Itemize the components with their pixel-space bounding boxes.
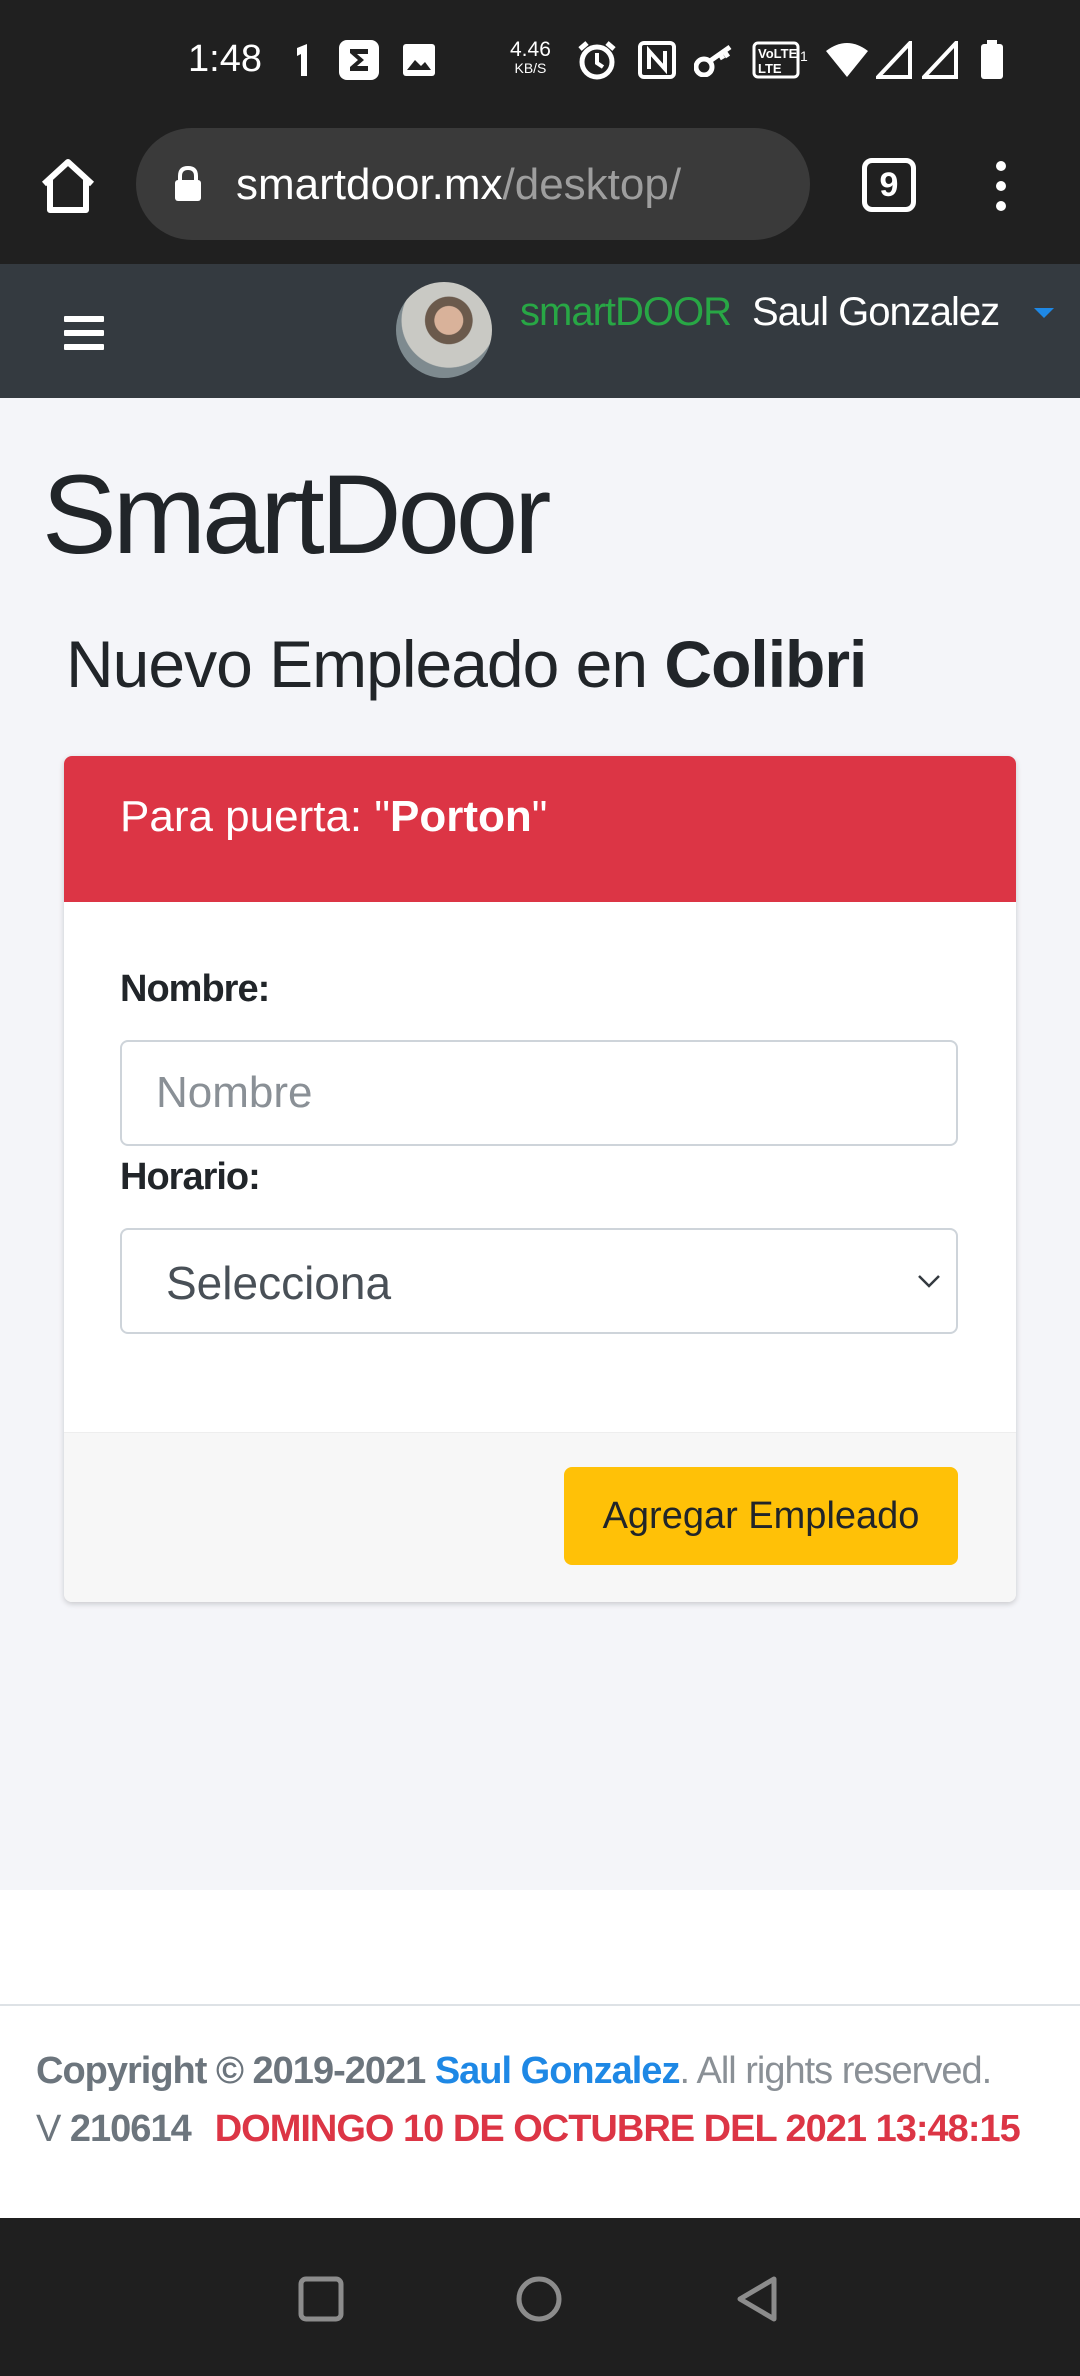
app-navbar: smartDOOR Saul Gonzalez <box>0 264 1080 398</box>
net-speed-unit: KB/S <box>514 60 547 76</box>
author-link[interactable]: Saul Gonzalez <box>435 2050 681 2092</box>
brand-name[interactable]: smartDOOR <box>520 290 732 335</box>
signal-icon-2 <box>922 40 958 80</box>
url-text: smartdoor.mx/desktop/ <box>236 160 681 210</box>
browser-menu-button[interactable] <box>986 158 1016 214</box>
schedule-selected-value: Selecciona <box>166 1257 392 1309</box>
card-footer: Agregar Empleado <box>64 1432 1016 1602</box>
key-icon <box>694 40 738 80</box>
schedule-label: Horario: <box>120 1156 261 1198</box>
subtitle-prefix: Nuevo Empleado en <box>66 627 665 701</box>
footer-divider <box>0 2004 1080 2006</box>
company-name: Colibri <box>664 627 867 701</box>
alarm-icon <box>576 40 618 80</box>
recents-button[interactable] <box>296 2274 346 2324</box>
rights-text: . All rights reserved. <box>679 2050 992 2092</box>
card-body: Nombre: Horario: Selecciona <box>64 902 1016 1432</box>
version-line: V 210614 DOMINGO 10 DE OCTUBRE DEL 2021 1… <box>36 2108 1021 2151</box>
chevron-down-icon <box>918 1275 940 1288</box>
hamburger-menu-icon[interactable] <box>64 316 104 350</box>
recents-icon <box>298 2276 344 2322</box>
address-bar[interactable]: smartdoor.mx/desktop/ <box>136 128 810 240</box>
lock-icon <box>175 166 201 201</box>
tab-switcher-button[interactable]: 9 <box>862 158 916 212</box>
battery-icon <box>980 40 1004 80</box>
nfc-icon <box>638 40 676 80</box>
home-circle-icon <box>516 2276 562 2322</box>
home-nav-button[interactable] <box>514 2274 564 2324</box>
back-button[interactable] <box>734 2274 784 2324</box>
avatar[interactable] <box>396 282 492 378</box>
volte-icon: VoLTE LTE 1 <box>752 40 808 80</box>
url-domain: smartdoor.mx <box>236 160 503 209</box>
net-speed-value: 4.46 <box>510 38 551 61</box>
wifi-icon <box>824 40 870 80</box>
card-header: Para puerta: "Porton" <box>64 756 1016 902</box>
svg-text:VoLTE: VoLTE <box>758 46 798 61</box>
status-time: 1:48 <box>188 38 262 80</box>
door-name: Porton <box>390 792 532 841</box>
server-datetime: DOMINGO 10 DE OCTUBRE DEL 2021 13:48:15 <box>214 2108 1021 2150</box>
gallery-icon <box>402 40 436 80</box>
more-vertical-icon <box>996 161 1006 211</box>
header-prefix: Para puerta: " <box>120 792 390 841</box>
schedule-select[interactable]: Selecciona <box>120 1228 958 1334</box>
name-label: Nombre: <box>120 968 270 1010</box>
browser-toolbar: smartdoor.mx/desktop/ 9 <box>0 124 1080 264</box>
home-button[interactable] <box>36 154 100 218</box>
svg-text:LTE: LTE <box>758 61 782 76</box>
back-triangle-icon <box>737 2276 777 2322</box>
signal-icon <box>876 40 912 80</box>
add-employee-button[interactable]: Agregar Empleado <box>564 1467 958 1565</box>
svg-text:1: 1 <box>800 48 808 64</box>
user-menu-name[interactable]: Saul Gonzalez <box>752 290 1000 335</box>
version-prefix: V <box>36 2108 70 2150</box>
sigma-app-icon <box>338 40 380 80</box>
header-suffix: " <box>531 792 548 841</box>
copyright-line: Copyright © 2019-2021 Saul Gonzalez. All… <box>36 2050 992 2093</box>
main-content: SmartDoor Nuevo Empleado en Colibri Para… <box>0 398 1080 1890</box>
page-footer: Copyright © 2019-2021 Saul Gonzalez. All… <box>0 1890 1080 2218</box>
network-speed: 4.46 KB/S <box>510 38 551 78</box>
copyright-text: Copyright © 2019-2021 <box>36 2050 435 2092</box>
status-bar: 1:48 4.46 KB/S VoLTE LTE 1 <box>0 0 1080 124</box>
new-employee-card: Para puerta: "Porton" Nombre: Horario: S… <box>64 756 1016 1602</box>
page-title: SmartDoor <box>42 452 551 577</box>
caret-down-icon[interactable] <box>1034 308 1054 318</box>
home-icon <box>41 159 95 213</box>
version-number: 210614 <box>69 2108 192 2150</box>
name-input[interactable] <box>120 1040 958 1146</box>
page-subtitle: Nuevo Empleado en Colibri <box>66 626 867 702</box>
system-nav-bar <box>0 2218 1080 2376</box>
url-path: /desktop/ <box>502 160 682 209</box>
notification-icon <box>292 40 312 80</box>
